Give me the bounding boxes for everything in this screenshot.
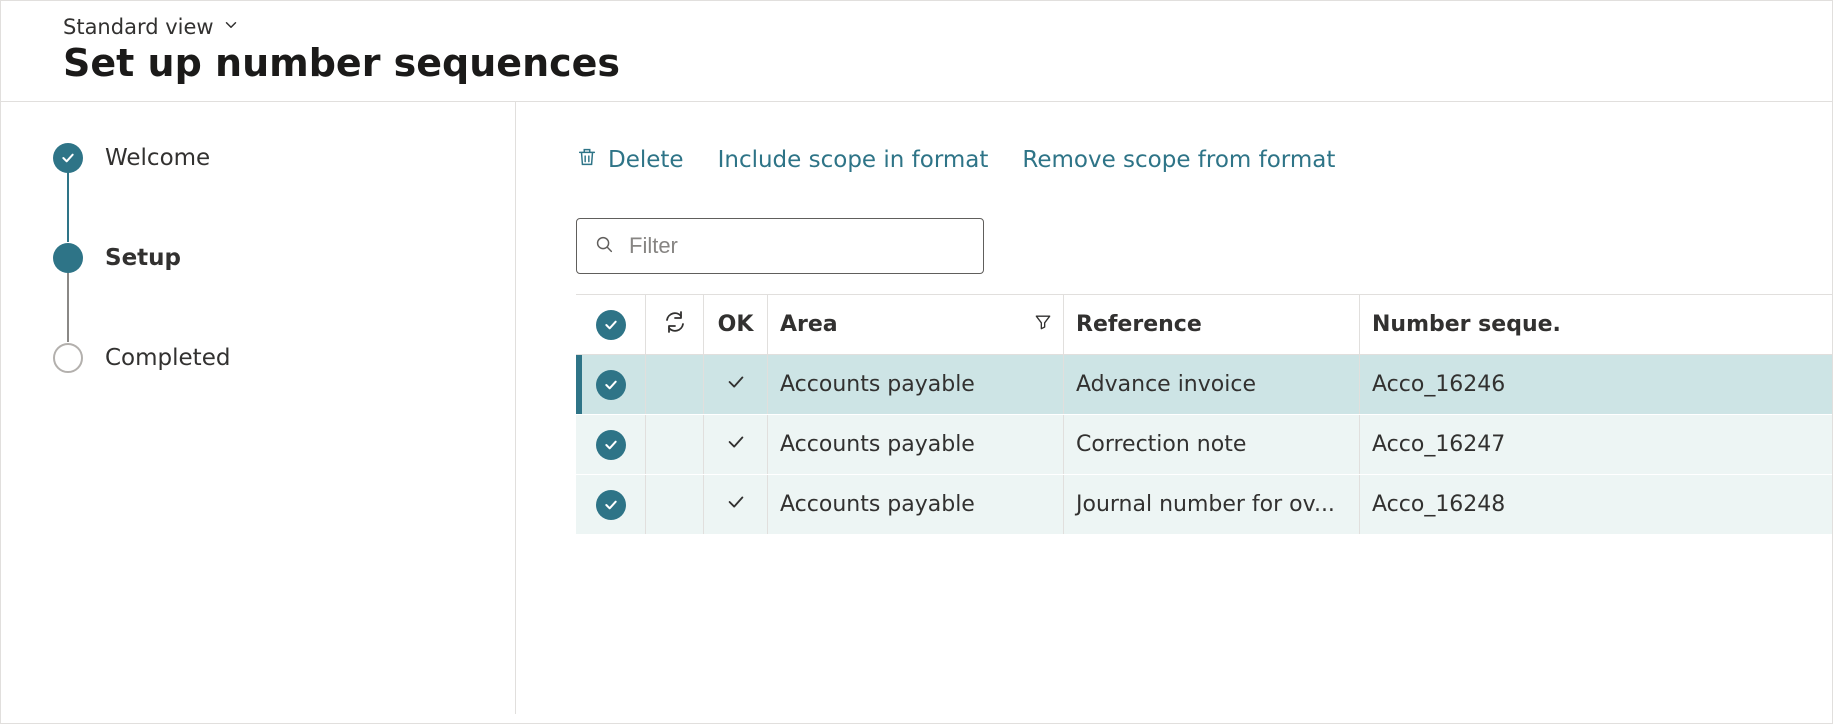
row-select-cell[interactable] — [576, 475, 646, 534]
row-refresh-cell — [646, 475, 704, 534]
row-refresh-cell — [646, 415, 704, 474]
data-grid: OK Area Reference Number seque... Accoun… — [576, 294, 1832, 535]
row-check-icon — [596, 490, 626, 520]
wizard-step-setup[interactable]: Setup — [53, 242, 515, 274]
page-header: Standard view Set up number sequences — [1, 1, 1832, 102]
row-check-icon — [596, 430, 626, 460]
row-reference-cell: Journal number for ov... — [1064, 475, 1360, 534]
refresh-icon — [663, 310, 687, 340]
column-header-sequence[interactable]: Number seque... — [1360, 295, 1560, 354]
table-row[interactable]: Accounts payableAdvance invoiceAcco_1624… — [576, 355, 1832, 415]
row-ok-cell — [704, 475, 768, 534]
check-icon — [725, 431, 747, 459]
step-connector — [67, 272, 69, 342]
row-sequence-cell: Acco_16247 — [1360, 415, 1560, 474]
delete-button[interactable]: Delete — [576, 146, 684, 174]
row-refresh-cell — [646, 355, 704, 414]
row-reference-cell: Advance invoice — [1064, 355, 1360, 414]
filter-input[interactable] — [627, 232, 967, 260]
wizard-step-completed[interactable]: Completed — [53, 342, 515, 374]
include-scope-button[interactable]: Include scope in format — [718, 147, 989, 173]
main-pane: Delete Include scope in format Remove sc… — [516, 102, 1832, 714]
check-icon — [725, 371, 747, 399]
search-icon — [593, 233, 615, 259]
step-dot — [53, 243, 83, 273]
filter-icon[interactable] — [1033, 312, 1053, 338]
step-label: Completed — [105, 345, 230, 371]
wizard-step-welcome[interactable]: Welcome — [53, 142, 515, 174]
column-header-reference[interactable]: Reference — [1064, 295, 1360, 354]
column-header-ok[interactable]: OK — [704, 295, 768, 354]
grid-header-row: OK Area Reference Number seque... — [576, 295, 1832, 355]
delete-label: Delete — [608, 147, 684, 173]
select-all-check-icon — [596, 310, 626, 340]
table-row[interactable]: Accounts payableJournal number for ov...… — [576, 475, 1832, 535]
step-connector — [67, 172, 69, 242]
step-label: Welcome — [105, 145, 210, 171]
step-label: Setup — [105, 245, 181, 271]
wizard-sidebar: Welcome Setup Completed — [1, 102, 516, 714]
column-header-area[interactable]: Area — [768, 295, 1064, 354]
row-area-cell: Accounts payable — [768, 355, 1064, 414]
row-area-cell: Accounts payable — [768, 415, 1064, 474]
row-check-icon — [596, 370, 626, 400]
row-area-cell: Accounts payable — [768, 475, 1064, 534]
view-label: Standard view — [63, 15, 214, 39]
page-title: Set up number sequences — [63, 41, 1832, 85]
row-reference-cell: Correction note — [1064, 415, 1360, 474]
table-row[interactable]: Accounts payableCorrection noteAcco_1624… — [576, 415, 1832, 475]
remove-scope-label: Remove scope from format — [1022, 147, 1335, 173]
include-scope-label: Include scope in format — [718, 147, 989, 173]
refresh-header[interactable] — [646, 295, 704, 354]
step-dot — [53, 343, 83, 373]
row-sequence-cell: Acco_16248 — [1360, 475, 1560, 534]
row-sequence-cell: Acco_16246 — [1360, 355, 1560, 414]
row-ok-cell — [704, 355, 768, 414]
row-ok-cell — [704, 415, 768, 474]
remove-scope-button[interactable]: Remove scope from format — [1022, 147, 1335, 173]
trash-icon — [576, 146, 598, 174]
step-dot — [53, 143, 83, 173]
chevron-down-icon — [222, 16, 240, 39]
filter-box[interactable] — [576, 218, 984, 274]
row-select-cell[interactable] — [576, 355, 646, 414]
select-all-header[interactable] — [576, 295, 646, 354]
view-switcher[interactable]: Standard view — [63, 15, 240, 39]
check-icon — [725, 491, 747, 519]
toolbar: Delete Include scope in format Remove sc… — [576, 146, 1832, 174]
row-select-cell[interactable] — [576, 415, 646, 474]
